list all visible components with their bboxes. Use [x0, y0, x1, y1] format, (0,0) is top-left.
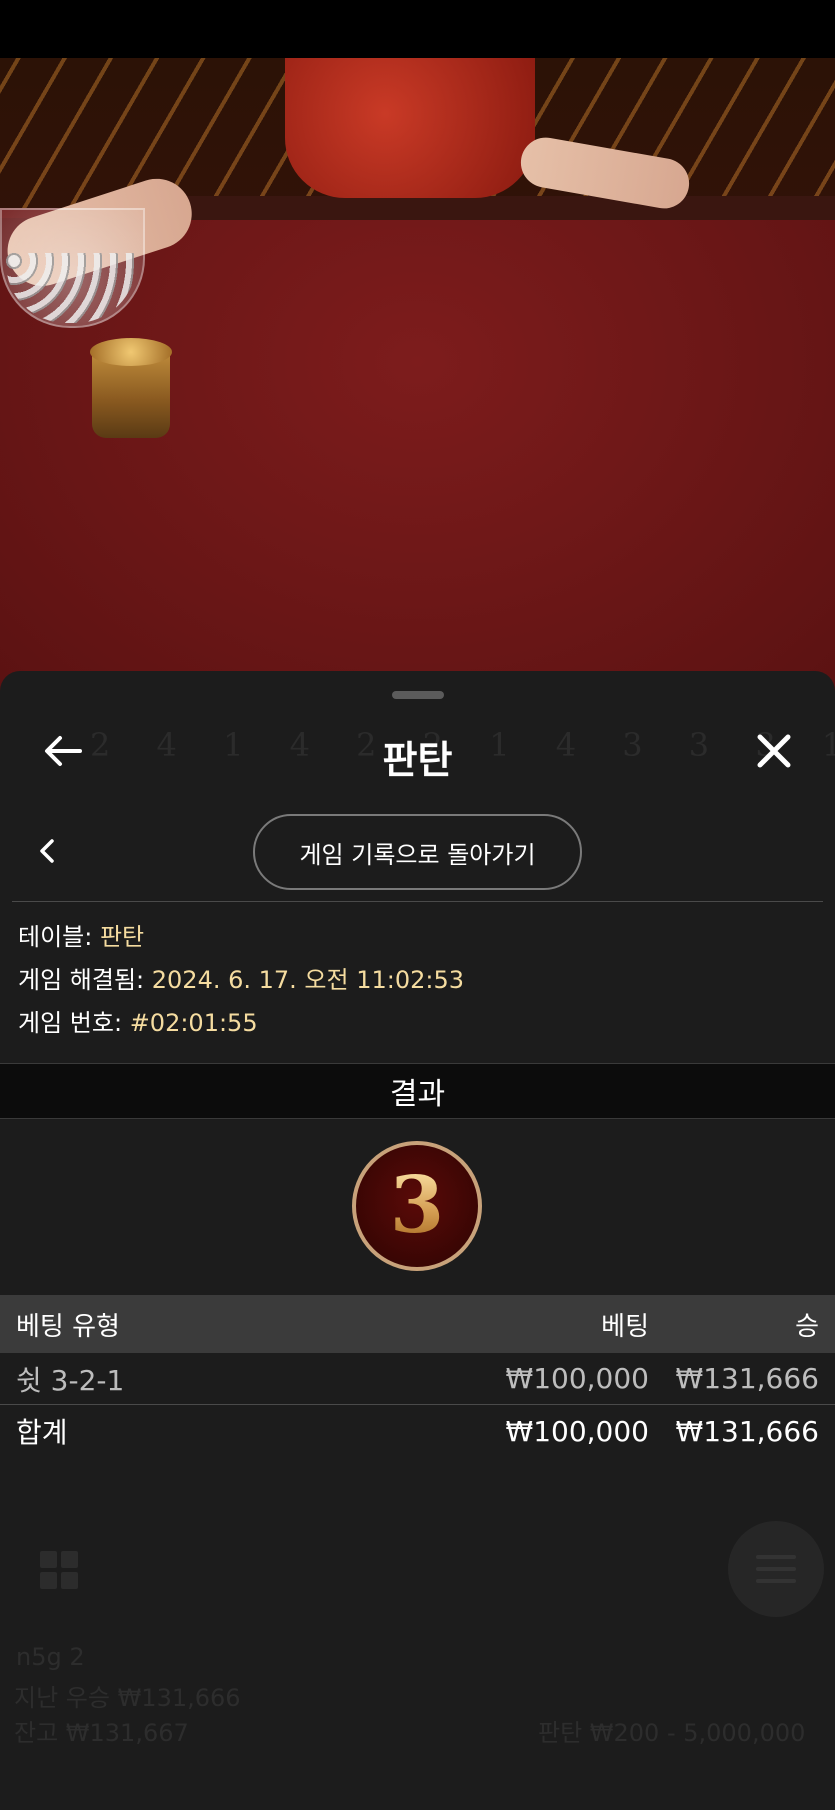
return-to-history-button[interactable]: 게임 기록으로 돌아가기 — [253, 814, 582, 890]
hamburger-icon — [756, 1555, 796, 1583]
info-table: 테이블: 판탄 — [18, 916, 818, 959]
info-table-value: 판탄 — [99, 923, 145, 951]
dealer-cup-top — [90, 338, 172, 366]
win-amount-cell: ₩131,666 — [675, 1362, 819, 1395]
info-game-number-label: 게임 번호: — [18, 1009, 123, 1037]
divider — [12, 901, 823, 902]
result-number: 3 — [389, 1160, 445, 1251]
result-heading: 결과 — [0, 1063, 835, 1119]
dealer — [285, 58, 535, 198]
game-info: 테이블: 판탄 게임 해결됨: 2024. 6. 17. 오전 11:02:53… — [18, 916, 818, 1045]
info-game-number: 게임 번호: #02:01:55 — [18, 1002, 818, 1045]
table-row: 쉿 3-2-1 ₩100,000 ₩131,666 — [0, 1353, 835, 1405]
info-table-label: 테이블: — [18, 923, 93, 951]
bets-table: 베팅 유형 베팅 승 쉿 3-2-1 ₩100,000 ₩131,666 합계 … — [0, 1295, 835, 1457]
bet-type-cell: 쉿 3-2-1 — [16, 1363, 125, 1397]
game-history-sheet: 2 4 1 4 2 2 1 4 3 3 3 1 판탄 게임 기록으로 돌아가기 … — [0, 671, 835, 1810]
balance: 잔고 ₩131,667 — [14, 1719, 189, 1747]
info-resolved: 게임 해결됨: 2024. 6. 17. 오전 11:02:53 — [18, 959, 818, 1002]
sheet-title: 판탄 — [382, 738, 453, 782]
player-count: n5g 2 — [16, 1643, 85, 1671]
column-win: 승 — [795, 1311, 819, 1342]
bets-table-header: 베팅 유형 베팅 승 — [0, 1295, 835, 1353]
table-limit: 판탄 ₩200 - 5,000,000 — [538, 1719, 806, 1747]
total-row: 합계 ₩100,000 ₩131,666 — [0, 1405, 835, 1457]
last-win: 지난 우승 ₩131,666 — [14, 1684, 241, 1712]
total-win: ₩131,666 — [675, 1414, 819, 1448]
info-resolved-value: 2024. 6. 17. 오전 11:02:53 — [151, 966, 465, 994]
table-edge — [120, 196, 835, 220]
info-resolved-label: 게임 해결됨: — [18, 966, 145, 994]
grid-icon — [40, 1551, 78, 1589]
bet-amount-cell: ₩100,000 — [505, 1362, 649, 1395]
close-icon[interactable] — [752, 729, 796, 773]
menu-icon — [728, 1521, 824, 1617]
history-nav: 게임 기록으로 돌아가기 — [0, 811, 835, 891]
result-badge: 3 — [352, 1141, 482, 1271]
sheet-header: 판탄 — [0, 711, 835, 791]
live-dealer-video — [0, 58, 835, 698]
total-bet: ₩100,000 — [505, 1414, 649, 1448]
info-game-number-value: #02:01:55 — [129, 1009, 258, 1037]
sheet-drag-handle[interactable] — [392, 691, 444, 699]
column-bet-type: 베팅 유형 — [16, 1311, 120, 1342]
total-label: 합계 — [16, 1416, 68, 1449]
chevron-left-icon[interactable] — [30, 833, 66, 869]
status-bar — [0, 0, 835, 58]
column-bet: 베팅 — [601, 1311, 649, 1342]
